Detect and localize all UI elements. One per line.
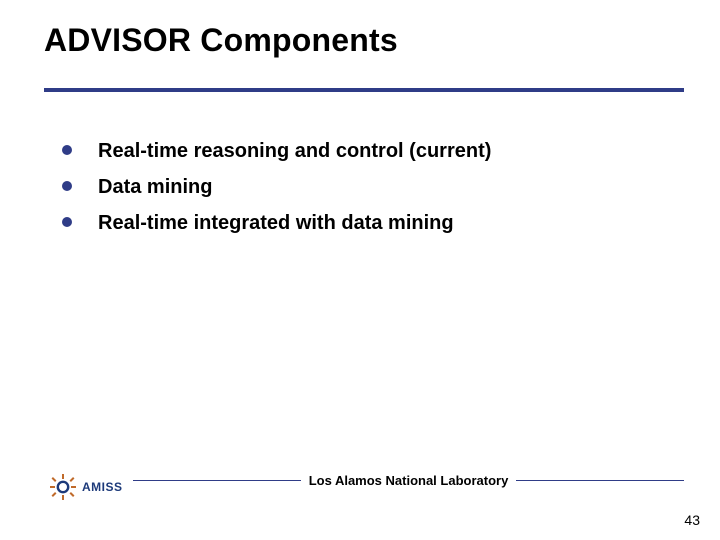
footer-lab-name: Los Alamos National Laboratory xyxy=(301,473,517,488)
logo-text: AMISS xyxy=(82,480,123,494)
logo: AMISS xyxy=(50,474,123,500)
page-number: 43 xyxy=(684,512,700,528)
footer: AMISS Los Alamos National Laboratory xyxy=(0,458,720,502)
footer-line-right xyxy=(516,480,684,482)
list-item: Real-time integrated with data mining xyxy=(62,210,680,237)
title-underline xyxy=(44,88,684,92)
bullet-list: Real-time reasoning and control (current… xyxy=(62,138,680,246)
bullet-text: Data mining xyxy=(98,174,212,201)
list-item: Data mining xyxy=(62,174,680,201)
list-item: Real-time reasoning and control (current… xyxy=(62,138,680,165)
bullet-icon xyxy=(62,217,72,227)
slide-title: ADVISOR Components xyxy=(44,22,398,59)
bullet-icon xyxy=(62,145,72,155)
footer-divider: Los Alamos National Laboratory xyxy=(133,473,684,488)
bullet-text: Real-time reasoning and control (current… xyxy=(98,138,491,165)
sun-gear-icon xyxy=(50,474,76,500)
slide: ADVISOR Components Real-time reasoning a… xyxy=(0,0,720,540)
footer-line-left xyxy=(133,480,301,482)
bullet-text: Real-time integrated with data mining xyxy=(98,210,454,237)
bullet-icon xyxy=(62,181,72,191)
